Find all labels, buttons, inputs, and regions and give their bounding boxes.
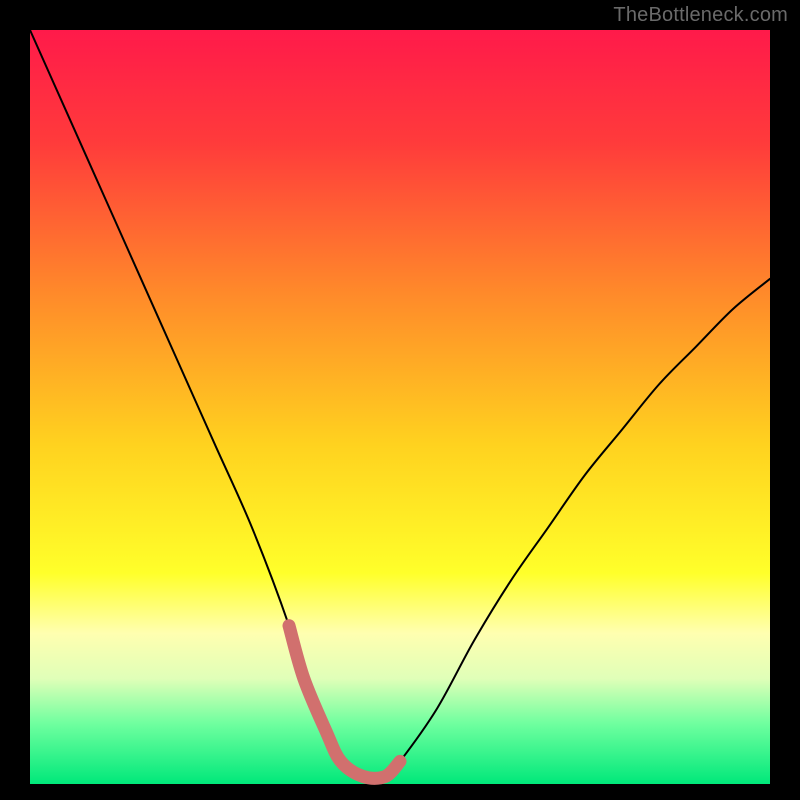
plot-background bbox=[30, 30, 770, 784]
bottleneck-chart bbox=[0, 0, 800, 800]
watermark-text: TheBottleneck.com bbox=[613, 4, 788, 27]
chart-container: TheBottleneck.com bbox=[0, 0, 800, 800]
